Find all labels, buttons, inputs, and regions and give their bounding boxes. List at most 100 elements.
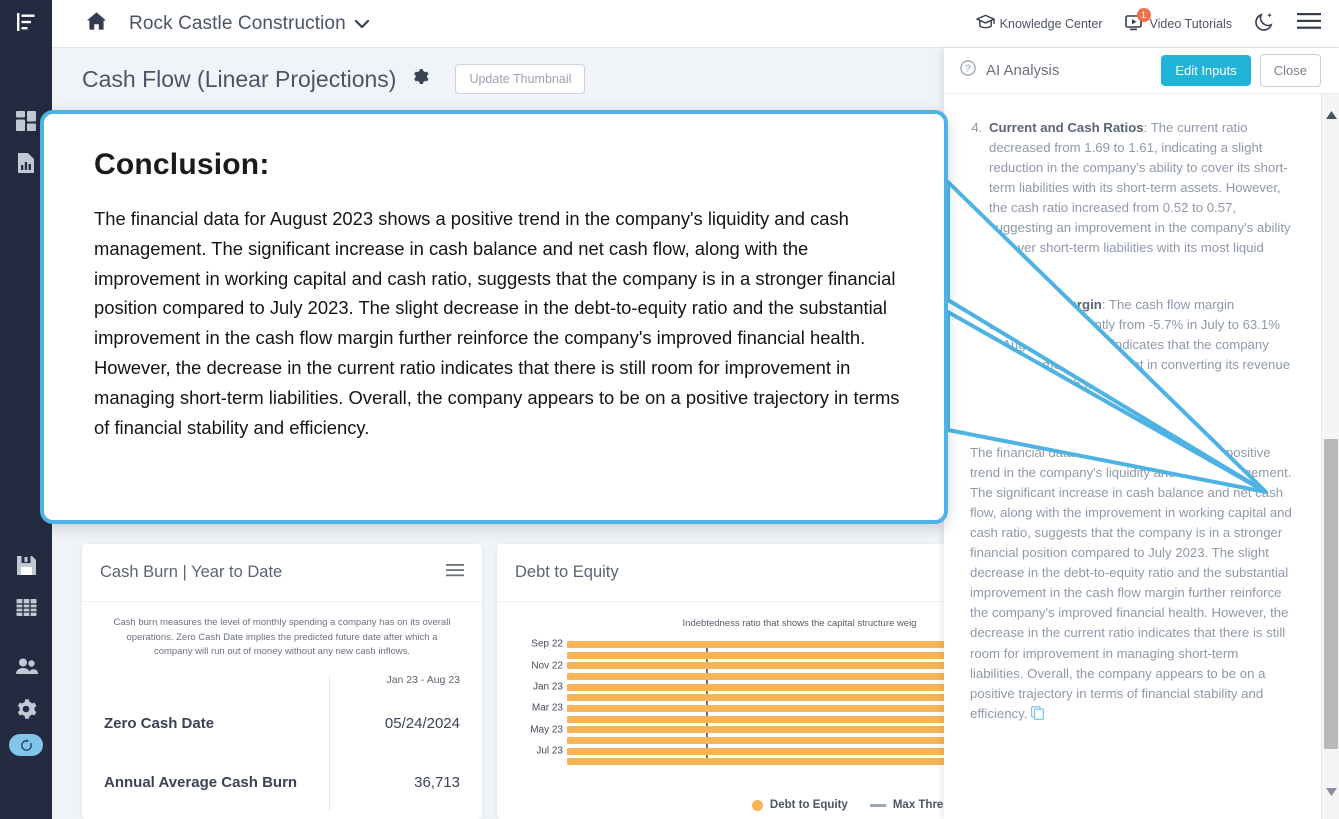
hamburger-icon	[1297, 12, 1321, 35]
users-icon	[15, 657, 38, 677]
cash-burn-card-header: Cash Burn | Year to Date	[82, 544, 482, 602]
chart-bar	[567, 684, 964, 691]
legend-dash-icon	[870, 804, 886, 807]
company-selector[interactable]: Rock Castle Construction	[129, 13, 369, 35]
chart-y-tick: Sep 22	[531, 639, 563, 650]
sidebar-group-bottom	[0, 544, 52, 760]
annual-average-cash-burn-label: Annual Average Cash Burn	[100, 753, 329, 812]
sidebar-item-menu-collapse[interactable]	[0, 0, 52, 48]
cash-burn-blank-header	[100, 674, 329, 694]
chart-bar	[567, 662, 964, 669]
gear-icon	[412, 68, 429, 90]
ai-panel-scrollbar[interactable]	[1321, 94, 1339, 819]
close-button[interactable]: Close	[1260, 54, 1321, 87]
ai-analysis-panel: ? AI Analysis Edit Inputs Close Current …	[944, 48, 1339, 819]
zero-cash-date-label: Zero Cash Date	[100, 694, 329, 753]
tooltip-body: The financial data for August 2023 shows…	[94, 204, 900, 443]
table-icon	[16, 597, 37, 618]
legend-dot-icon	[752, 800, 763, 811]
chart-bar	[567, 652, 964, 659]
ai-item-heading-1: Cash Flow Margin	[989, 297, 1102, 312]
debt-to-equity-card: Debt to Equity Indebtedness ratio that s…	[497, 544, 982, 819]
video-tutorials-link[interactable]: 1 Video Tutorials	[1125, 14, 1232, 34]
ai-analysis-content: Current and Cash Ratios: The current rat…	[944, 94, 1314, 819]
chart-legend: Debt to Equity Max Threshold	[497, 799, 982, 811]
chart-bar	[567, 716, 964, 723]
chart-bar	[567, 641, 964, 648]
page-settings-button[interactable]	[412, 68, 429, 90]
ai-analysis-header: ? AI Analysis Edit Inputs Close	[944, 48, 1339, 94]
scrollbar-down-arrow[interactable]	[1322, 783, 1339, 801]
update-thumbnail-button[interactable]: Update Thumbnail	[455, 64, 585, 94]
moon-icon	[1254, 11, 1275, 37]
debt-to-equity-chart: Sep 22 Nov 22 Jan 23 Mar 23 May 23 Jul 23	[515, 639, 964, 767]
main-menu-button[interactable]	[1297, 12, 1321, 35]
chart-y-tick: Jul 23	[536, 746, 563, 757]
ai-analysis-list: Current and Cash Ratios: The current rat…	[970, 118, 1292, 395]
cash-burn-table: Jan 23 - Aug 23 Zero Cash Date 05/24/202…	[100, 674, 464, 812]
home-icon	[86, 11, 107, 36]
chevron-down-icon	[355, 13, 369, 35]
cash-burn-card: Cash Burn | Year to Date Cash burn measu…	[82, 544, 482, 819]
home-button[interactable]	[86, 11, 107, 36]
video-tutorials-badge: 1	[1137, 8, 1151, 22]
scrollbar-up-arrow[interactable]	[1322, 106, 1339, 124]
sidebar-item-table[interactable]	[0, 586, 52, 628]
chart-y-tick: Jan 23	[533, 682, 563, 693]
report-icon	[15, 152, 37, 174]
dashboard-icon	[15, 110, 37, 132]
chart-y-axis: Sep 22 Nov 22 Jan 23 Mar 23 May 23 Jul 23	[515, 639, 567, 767]
list-item: Current and Cash Ratios: The current rat…	[986, 118, 1292, 279]
cash-burn-menu-button[interactable]	[446, 564, 464, 582]
chart-bar	[567, 673, 964, 680]
tooltip-title: Conclusion:	[94, 148, 900, 182]
edit-inputs-button[interactable]: Edit Inputs	[1161, 55, 1250, 86]
chart-bar	[567, 758, 964, 765]
svg-text:?: ?	[965, 64, 971, 75]
settings-icon	[15, 698, 37, 720]
video-tutorials-label: Video Tutorials	[1150, 17, 1232, 31]
top-navigation-bar: Rock Castle Construction Knowledge Cente…	[52, 0, 1339, 48]
chart-bar	[567, 705, 964, 712]
ai-conclusion-body-text: The financial data for August 2023 shows…	[970, 445, 1292, 721]
sidebar-item-settings[interactable]	[0, 688, 52, 730]
max-threshold-line	[706, 641, 708, 765]
cash-burn-title: Cash Burn | Year to Date	[100, 563, 282, 582]
legend-label-debt-to-equity: Debt to Equity	[770, 799, 848, 811]
chart-bar	[567, 694, 964, 701]
app-root: Rock Castle Construction Knowledge Cente…	[0, 0, 1339, 819]
chart-y-tick: Mar 23	[532, 703, 563, 714]
legend-item-debt-to-equity[interactable]: Debt to Equity	[752, 799, 848, 811]
dark-mode-toggle[interactable]	[1254, 11, 1275, 37]
refresh-icon	[9, 734, 43, 756]
conclusion-tooltip: Conclusion: The financial data for Augus…	[40, 110, 948, 524]
sidebar-item-users[interactable]	[0, 646, 52, 688]
chart-bar	[567, 737, 964, 744]
cash-burn-period-header: Jan 23 - Aug 23	[329, 674, 464, 694]
knowledge-center-label: Knowledge Center	[1000, 17, 1103, 31]
sidebar-item-save[interactable]	[0, 544, 52, 586]
table-header-row: Jan 23 - Aug 23	[100, 674, 464, 694]
scrollbar-thumb[interactable]	[1324, 439, 1338, 749]
copy-icon[interactable]	[1031, 706, 1044, 726]
ai-conclusion-text: The financial data for August 2023 shows…	[970, 443, 1292, 726]
debt-to-equity-title: Debt to Equity	[515, 563, 619, 582]
knowledge-center-link[interactable]: Knowledge Center	[976, 14, 1103, 33]
annual-average-cash-burn-value: 36,713	[329, 753, 464, 812]
zero-cash-date-value: 05/24/2024	[329, 694, 464, 753]
ai-item-heading-0: Current and Cash Ratios	[989, 120, 1144, 135]
sidebar-item-refresh[interactable]	[0, 730, 52, 760]
chart-y-tick: Nov 22	[531, 660, 563, 671]
company-name: Rock Castle Construction	[129, 13, 346, 35]
debt-to-equity-note: Indebtedness ratio that shows the capita…	[515, 618, 964, 629]
graduation-cap-icon	[976, 14, 995, 33]
ai-analysis-title: AI Analysis	[986, 62, 1059, 79]
chart-bar	[567, 726, 964, 733]
debt-to-equity-body: Indebtedness ratio that shows the capita…	[497, 602, 982, 767]
question-circle-icon[interactable]: ?	[960, 60, 976, 81]
ai-conclusion-label: Conclusion:	[970, 411, 1292, 431]
chart-plot-area	[567, 639, 964, 767]
chart-y-tick: May 23	[530, 724, 563, 735]
save-icon	[16, 555, 37, 576]
ai-analysis-scroll-region: Current and Cash Ratios: The current rat…	[944, 94, 1339, 819]
